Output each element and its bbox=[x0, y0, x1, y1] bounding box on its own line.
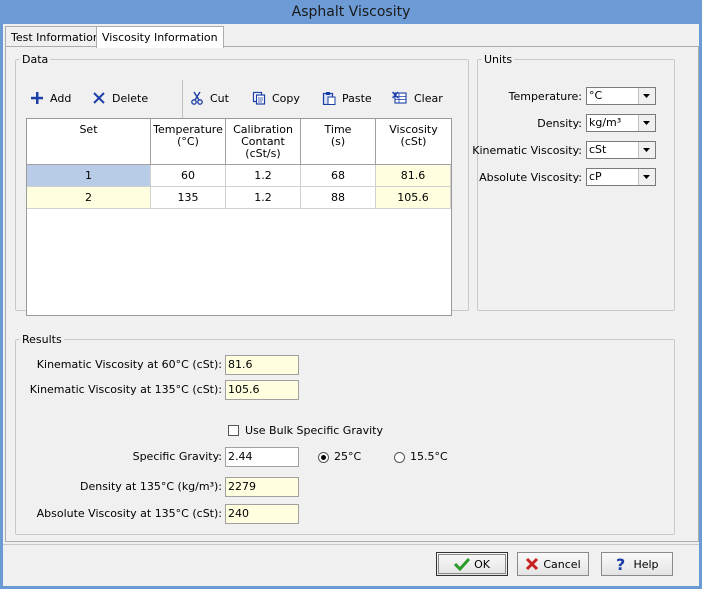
cell-set[interactable]: 1 bbox=[27, 165, 151, 187]
kinematic-unit-label: Kinematic Viscosity: bbox=[472, 144, 582, 157]
absolute-unit-value: cP bbox=[589, 170, 602, 183]
temperature-unit-label: Temperature: bbox=[508, 90, 582, 103]
specific-gravity-input[interactable]: 2.44 bbox=[225, 447, 299, 467]
temperature-unit-value: °C bbox=[589, 89, 603, 102]
add-button[interactable]: Add bbox=[30, 86, 71, 110]
chevron-down-icon[interactable] bbox=[638, 142, 655, 158]
help-button[interactable]: ? Help bbox=[601, 552, 673, 576]
tab-viscosity-information[interactable]: Viscosity Information bbox=[96, 26, 224, 48]
chevron-down-icon[interactable] bbox=[638, 169, 655, 185]
cell-set[interactable]: 2 bbox=[27, 187, 151, 209]
copy-icon bbox=[252, 91, 266, 105]
checkmark-icon bbox=[454, 557, 471, 571]
help-label: Help bbox=[633, 557, 659, 571]
data-group: Data Add Delete Cut Copy Paste Clear Set… bbox=[15, 53, 469, 316]
density-unit-label: Density: bbox=[537, 117, 582, 130]
clear-grid-icon bbox=[392, 91, 407, 104]
cut-label: Cut bbox=[210, 91, 229, 105]
kv135-label: Kinematic Viscosity at 135°C (cSt): bbox=[29, 383, 222, 396]
scissors-icon bbox=[191, 91, 203, 105]
bulk-specific-gravity-label: Use Bulk Specific Gravity bbox=[245, 424, 383, 437]
viscosity-data-grid[interactable]: Set Temperature (°C) Calibration Contant (c… bbox=[26, 118, 452, 316]
kinematic-unit-select[interactable]: cSt bbox=[586, 141, 656, 159]
cut-button[interactable]: Cut bbox=[190, 86, 229, 110]
cell-calibration[interactable]: 1.2 bbox=[226, 187, 301, 209]
window-title: Asphalt Viscosity bbox=[0, 0, 702, 24]
column-header-temperature[interactable]: Temperature (°C) bbox=[151, 119, 226, 165]
header-line: (s) bbox=[330, 135, 346, 148]
absolute-viscosity-135-field[interactable]: 240 bbox=[225, 504, 299, 524]
column-header-time[interactable]: Time (s) bbox=[301, 119, 376, 165]
paste-label: Paste bbox=[342, 91, 372, 105]
cell-temperature[interactable]: 60 bbox=[151, 165, 226, 187]
kv135-field[interactable]: 105.6 bbox=[225, 380, 299, 400]
results-group: Results Kinematic Viscosity at 60°C (cSt… bbox=[15, 333, 675, 535]
paste-icon bbox=[322, 92, 336, 105]
cancel-label: Cancel bbox=[543, 557, 581, 571]
ok-button[interactable]: OK bbox=[436, 552, 508, 576]
cell-viscosity[interactable]: 81.6 bbox=[376, 165, 451, 187]
delete-x-icon bbox=[93, 92, 105, 104]
kv60-label: Kinematic Viscosity at 60°C (cSt): bbox=[36, 358, 222, 371]
cell-temperature[interactable]: 135 bbox=[151, 187, 226, 209]
chevron-down-icon[interactable] bbox=[638, 115, 655, 131]
toolbar-separator bbox=[182, 80, 183, 118]
svg-text:?: ? bbox=[616, 556, 625, 572]
copy-button[interactable]: Copy bbox=[252, 86, 300, 110]
cell-time[interactable]: 68 bbox=[301, 165, 376, 187]
absolute-unit-label: Absolute Viscosity: bbox=[479, 171, 582, 184]
temperature-unit-select[interactable]: °C bbox=[586, 87, 656, 105]
add-label: Add bbox=[50, 91, 72, 105]
delete-button[interactable]: Delete bbox=[92, 86, 148, 110]
bulk-specific-gravity-checkbox[interactable] bbox=[228, 425, 239, 436]
header-line: (cSt) bbox=[400, 135, 427, 148]
viscosity-tab-panel: Data Add Delete Cut Copy Paste Clear Set… bbox=[5, 46, 699, 542]
clear-button[interactable]: Clear bbox=[392, 86, 443, 110]
absolute-unit-select[interactable]: cP bbox=[586, 168, 656, 186]
units-legend: Units bbox=[484, 53, 513, 66]
chevron-down-icon[interactable] bbox=[638, 88, 655, 104]
ok-label: OK bbox=[474, 557, 490, 571]
dialog-window: Test Information Viscosity Information D… bbox=[3, 24, 699, 586]
absolute-viscosity-135-label: Absolute Viscosity at 135°C (cSt): bbox=[36, 507, 222, 520]
radio-25c[interactable] bbox=[318, 452, 329, 463]
column-header-viscosity[interactable]: Viscosity (cSt) bbox=[376, 119, 451, 165]
cell-time[interactable]: 88 bbox=[301, 187, 376, 209]
data-legend: Data bbox=[22, 53, 49, 66]
specific-gravity-label: Specific Gravity: bbox=[132, 450, 222, 463]
column-header-set[interactable]: Set bbox=[27, 119, 151, 165]
cell-viscosity[interactable]: 105.6 bbox=[376, 187, 451, 209]
cancel-x-icon bbox=[526, 557, 539, 571]
results-legend: Results bbox=[22, 333, 62, 346]
kv60-field[interactable]: 81.6 bbox=[225, 355, 299, 375]
plus-icon bbox=[31, 92, 43, 104]
paste-button[interactable]: Paste bbox=[322, 86, 372, 110]
radio-15-5c-label: 15.5°C bbox=[410, 450, 448, 463]
units-group: Units Temperature: °C Density: kg/m³ Kin… bbox=[472, 53, 675, 311]
cancel-button[interactable]: Cancel bbox=[517, 552, 589, 576]
cell-calibration[interactable]: 1.2 bbox=[226, 165, 301, 187]
radio-15-5c[interactable] bbox=[394, 452, 405, 463]
density-135-field[interactable]: 2279 bbox=[225, 477, 299, 497]
question-mark-icon: ? bbox=[616, 556, 625, 572]
kinematic-unit-value: cSt bbox=[589, 143, 607, 156]
column-header-calibration[interactable]: Calibration Contant (cSt/s) bbox=[226, 119, 301, 165]
tab-test-information[interactable]: Test Information bbox=[5, 26, 106, 48]
header-line: Set bbox=[79, 123, 98, 136]
density-unit-value: kg/m³ bbox=[589, 116, 622, 129]
clear-label: Clear bbox=[414, 91, 443, 105]
copy-label: Copy bbox=[272, 91, 300, 105]
dialog-button-bar: OK Cancel ? Help bbox=[3, 544, 699, 587]
header-line: (°C) bbox=[177, 135, 199, 148]
header-line: (cSt/s) bbox=[245, 147, 281, 160]
density-135-label: Density at 135°C (kg/m³): bbox=[79, 480, 222, 493]
density-unit-select[interactable]: kg/m³ bbox=[586, 114, 656, 132]
radio-25c-label: 25°C bbox=[334, 450, 362, 463]
delete-label: Delete bbox=[112, 91, 149, 105]
